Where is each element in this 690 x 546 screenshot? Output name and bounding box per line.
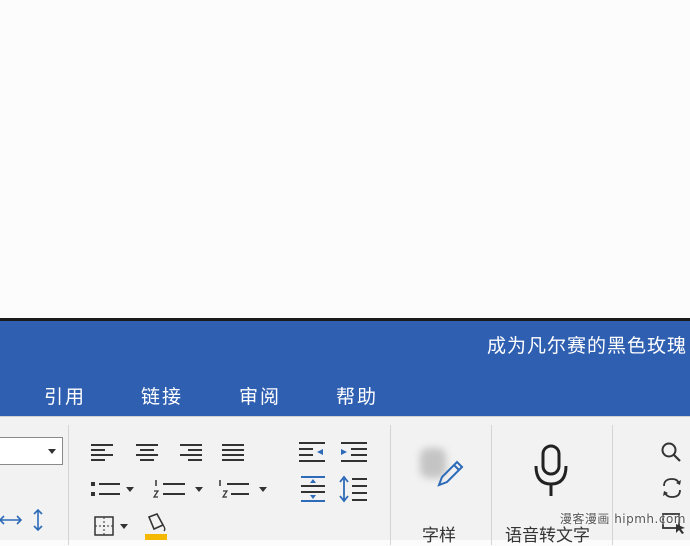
align-justify-icon[interactable] [222, 443, 244, 461]
group-separator [612, 425, 613, 545]
document-canvas [0, 0, 690, 318]
align-center-icon[interactable] [136, 443, 158, 461]
tab-review[interactable]: 审阅 [239, 382, 281, 409]
document-title: 成为凡尔赛的黑色玫瑰 [486, 335, 687, 357]
align-left-icon[interactable] [91, 443, 113, 461]
tab-help[interactable]: 帮助 [336, 382, 378, 409]
group-separator [390, 425, 391, 545]
align-right-icon[interactable] [180, 443, 202, 461]
character-spacing-icon[interactable] [0, 511, 22, 529]
tab-links[interactable]: 链接 [141, 382, 183, 409]
search-icon[interactable] [660, 441, 682, 463]
group-separator [491, 425, 492, 545]
pen-icon[interactable] [433, 457, 467, 491]
borders-icon[interactable] [94, 515, 130, 537]
watermark: 漫客漫画 hipmh.com [559, 512, 686, 526]
line-spacing-icon[interactable] [339, 475, 367, 503]
line-height-icon[interactable] [30, 509, 46, 531]
replace-icon[interactable] [660, 476, 684, 500]
multilevel-list-icon[interactable] [217, 479, 273, 499]
shading-icon[interactable] [143, 513, 169, 540]
increase-indent-icon[interactable] [339, 441, 367, 463]
tab-references[interactable]: 引用 [44, 382, 86, 409]
group-separator [68, 425, 69, 545]
microphone-icon[interactable] [531, 444, 571, 500]
paragraph-spacing-icon[interactable] [299, 475, 327, 503]
decrease-indent-icon[interactable] [299, 441, 327, 463]
font-size-combo[interactable] [0, 437, 63, 465]
bullet-list-icon[interactable] [90, 479, 142, 499]
numbered-list-icon[interactable] [153, 479, 209, 499]
ribbon-header: 成为凡尔赛的黑色玫瑰 引用 链接 审阅 帮助 [0, 321, 690, 416]
font-style-button-label[interactable]: 字样 [422, 521, 456, 546]
chevron-down-icon [48, 449, 56, 454]
